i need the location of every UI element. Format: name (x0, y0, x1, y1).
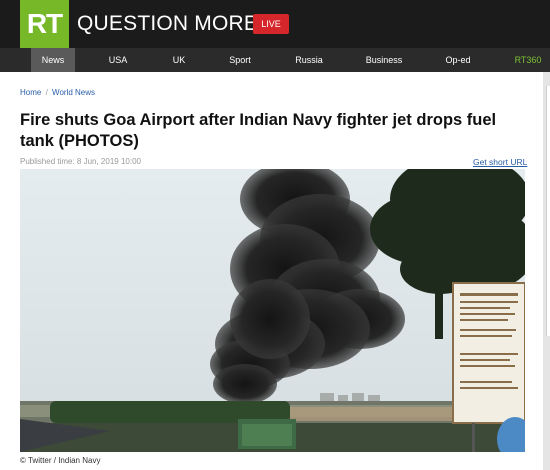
nav-item-rt360[interactable]: RT360 (508, 48, 548, 72)
breadcrumb-home[interactable]: Home (20, 88, 41, 97)
main-nav: News USA UK Sport Russia Business Op-ed … (0, 48, 550, 72)
nav-item-news[interactable]: News (31, 48, 75, 72)
nav-item-russia[interactable]: Russia (287, 48, 331, 72)
article-title: Fire shuts Goa Airport after Indian Navy… (20, 111, 497, 150)
published-time: Published time: 8 Jun, 2019 10:00 (20, 157, 141, 166)
site-tagline: QUESTION MORE (77, 12, 259, 35)
nav-item-business[interactable]: Business (360, 48, 408, 72)
live-button[interactable]: LIVE (253, 14, 289, 34)
rt-logo[interactable]: RT (20, 0, 69, 48)
side-panel-strip (543, 72, 550, 470)
fire-smoke-photo (20, 169, 525, 452)
breadcrumb-world-news[interactable]: World News (52, 88, 95, 97)
nav-item-sport[interactable]: Sport (220, 48, 260, 72)
photo-caption: © Twitter / Indian Navy (20, 456, 101, 465)
site-header: RT QUESTION MORE LIVE (0, 0, 550, 48)
side-panel-tab[interactable] (546, 86, 550, 336)
nav-item-uk[interactable]: UK (159, 48, 199, 72)
breadcrumb-separator: / (45, 88, 48, 97)
nav-item-op-ed[interactable]: Op-ed (437, 48, 479, 72)
get-short-url-link[interactable]: Get short URL (473, 157, 527, 167)
nav-item-usa[interactable]: USA (98, 48, 138, 72)
article-photo[interactable] (20, 169, 525, 452)
breadcrumb: Home / World News (20, 88, 95, 97)
